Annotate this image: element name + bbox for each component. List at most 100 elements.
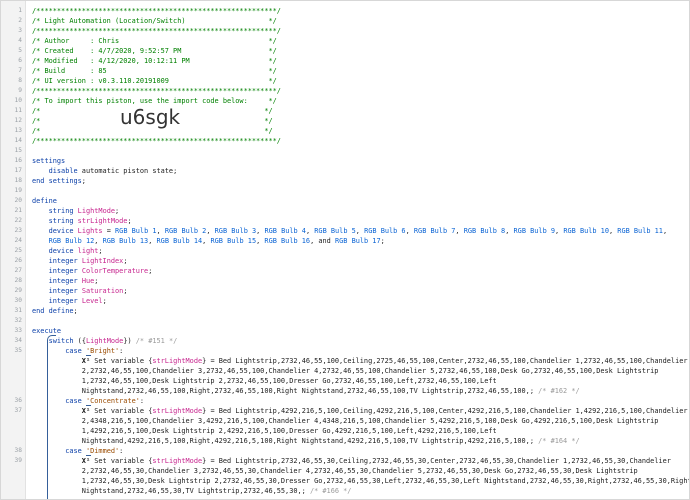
code-text: disable automatic piston state;	[48, 167, 178, 175]
code-line: 37 X¹ Set variable {strLightMode} = Bed …	[1, 406, 689, 416]
line-number: 35	[14, 347, 22, 354]
code-line: 1,2732,46,55,30,Desk Lightstrip 2,2732,4…	[1, 476, 689, 486]
code-line: 7 /* Build : 85 */	[1, 66, 689, 76]
line-number: 26	[14, 257, 22, 264]
line-number: 8	[18, 77, 22, 84]
code-line: X¹ Set variable {strLightMode} = Bed Lig…	[1, 356, 689, 366]
code-line: 9 /**************************************…	[1, 86, 689, 96]
line-number: 1	[18, 7, 22, 14]
case-branch-tick	[86, 405, 91, 406]
line-number: 15	[14, 147, 22, 154]
code-line: 27 integer ColorTemperature;	[1, 266, 689, 276]
code-line: 39 X¹ Set variable {strLightMode} = Bed …	[1, 456, 689, 466]
code-line: 11/* */	[1, 106, 689, 116]
line-number: 13	[14, 127, 22, 134]
line-number: 3	[18, 27, 22, 34]
code-line: Nightstand,4292,216,5,100,Right,4292,216…	[1, 436, 689, 446]
code-text: device Lights = RGB Bulb 1, RGB Bulb 2, …	[48, 227, 668, 235]
line-number: 14	[14, 137, 22, 144]
code-text: 2,2732,46,55,100,Chandelier 3,2732,46,55…	[32, 367, 659, 375]
code-line: 12/* */	[1, 116, 689, 126]
code-line: 15	[1, 146, 689, 156]
code-text: 2,2732,46,55,30,Chandelier 3,2732,46,55,…	[32, 467, 638, 475]
code-line: 8 /* UI version : v0.3.110.20191009 */	[1, 76, 689, 86]
line-number: 23	[14, 227, 22, 234]
code-line: 25 device light;	[1, 246, 689, 256]
code-line: 19	[1, 186, 689, 196]
code-line: 2 /* Light Automation (Location/Switch) *…	[1, 16, 689, 26]
code-line: 34 switch ({LightMode}) /* #151 */	[1, 336, 689, 346]
code-text: case 'Bright':	[65, 347, 124, 355]
line-number: 18	[14, 177, 22, 184]
code-text: string strLightMode;	[48, 217, 132, 225]
line-number: 34	[14, 337, 22, 344]
code-line: 5 /* Created : 4/7/2020, 9:52:57 PM */	[1, 46, 689, 56]
line-number: 16	[14, 157, 22, 164]
line-number: 7	[18, 67, 22, 74]
code-line: 16 settings	[1, 156, 689, 166]
code-line: 30 integer Level;	[1, 296, 689, 306]
code-line: 2,2732,46,55,30,Chandelier 3,2732,46,55,…	[1, 466, 689, 476]
code-line: 17 disable automatic piston state;	[1, 166, 689, 176]
line-number: 4	[18, 37, 22, 44]
line-number: 32	[14, 317, 22, 324]
import-code: u6sgk	[120, 105, 181, 129]
line-number: 11	[14, 107, 22, 114]
code-line: 6 /* Modified : 4/12/2020, 10:12:11 PM */	[1, 56, 689, 66]
line-number: 10	[14, 97, 22, 104]
code-editor[interactable]: 1 /**************************************…	[0, 0, 690, 500]
line-number: 12	[14, 117, 22, 124]
code-line: 29 integer Saturation;	[1, 286, 689, 296]
line-number: 37	[14, 407, 22, 414]
line-number: 36	[14, 397, 22, 404]
code-text: end settings;	[32, 177, 86, 185]
code-text: Nightstand,2732,46,55,30,TV Lightstrip,2…	[32, 487, 352, 495]
line-number: 33	[14, 327, 22, 334]
code-line: 21 string LightMode;	[1, 206, 689, 216]
code-line: 31 end define;	[1, 306, 689, 316]
code-text: X¹ Set variable {strLightMode} = Bed Lig…	[81, 457, 671, 465]
line-number: 9	[18, 87, 22, 94]
line-number: 5	[18, 47, 22, 54]
code-text: string LightMode;	[48, 207, 120, 215]
code-text: 1,4292,216,5,100,Desk Lightstrip 2,4292,…	[32, 427, 497, 435]
case-branch-tick	[86, 355, 91, 356]
code-text: integer LightIndex;	[48, 257, 128, 265]
line-number: 17	[14, 167, 22, 174]
code-line: 20 define	[1, 196, 689, 206]
code-text: 1,2732,46,55,100,Desk Lightstrip 2,2732,…	[32, 377, 497, 385]
code-text: device light;	[48, 247, 103, 255]
code-text: /* Modified : 4/12/2020, 10:12:11 PM */	[32, 57, 277, 65]
code-line: 13/* */	[1, 126, 689, 136]
code-line: 32	[1, 316, 689, 326]
code-text: X¹ Set variable {strLightMode} = Bed Lig…	[81, 357, 688, 365]
line-number: 20	[14, 197, 22, 204]
code-text: integer ColorTemperature;	[48, 267, 153, 275]
code-line: 1,4292,216,5,100,Desk Lightstrip 2,4292,…	[1, 426, 689, 436]
code-text: /* Light Automation (Location/Switch) */	[32, 17, 277, 25]
code-line: 2,2732,46,55,100,Chandelier 3,2732,46,55…	[1, 366, 689, 376]
line-number: 31	[14, 307, 22, 314]
code-text: Nightstand,2732,46,55,100,Right,2732,46,…	[32, 387, 580, 395]
code-text: 2,4348,216,5,100,Chandelier 3,4292,216,5…	[32, 417, 659, 425]
line-number: 28	[14, 277, 22, 284]
code-text: /* UI version : v0.3.110.20191009 */	[32, 77, 277, 85]
line-number: 24	[14, 237, 22, 244]
code-line: Nightstand,2732,46,55,100,Right,2732,46,…	[1, 386, 689, 396]
code-text: integer Hue;	[48, 277, 99, 285]
line-number: 25	[14, 247, 22, 254]
code-text: RGB Bulb 12, RGB Bulb 13, RGB Bulb 14, R…	[48, 237, 385, 245]
code-line: 1,2732,46,55,100,Desk Lightstrip 2,2732,…	[1, 376, 689, 386]
code-line: 18 end settings;	[1, 176, 689, 186]
code-text: integer Saturation;	[48, 287, 128, 295]
line-number: 27	[14, 267, 22, 274]
code-line: 28 integer Hue;	[1, 276, 689, 286]
line-number: 19	[14, 187, 22, 194]
code-line: 23 device Lights = RGB Bulb 1, RGB Bulb …	[1, 226, 689, 236]
code-text: /***************************************…	[32, 27, 281, 35]
code-text: Nightstand,4292,216,5,100,Right,4292,216…	[32, 437, 580, 445]
code-line: 22 string strLightMode;	[1, 216, 689, 226]
code-text: /***************************************…	[32, 137, 281, 145]
code-line: 24 RGB Bulb 12, RGB Bulb 13, RGB Bulb 14…	[1, 236, 689, 246]
code-text: case 'Dimmed':	[65, 447, 124, 455]
